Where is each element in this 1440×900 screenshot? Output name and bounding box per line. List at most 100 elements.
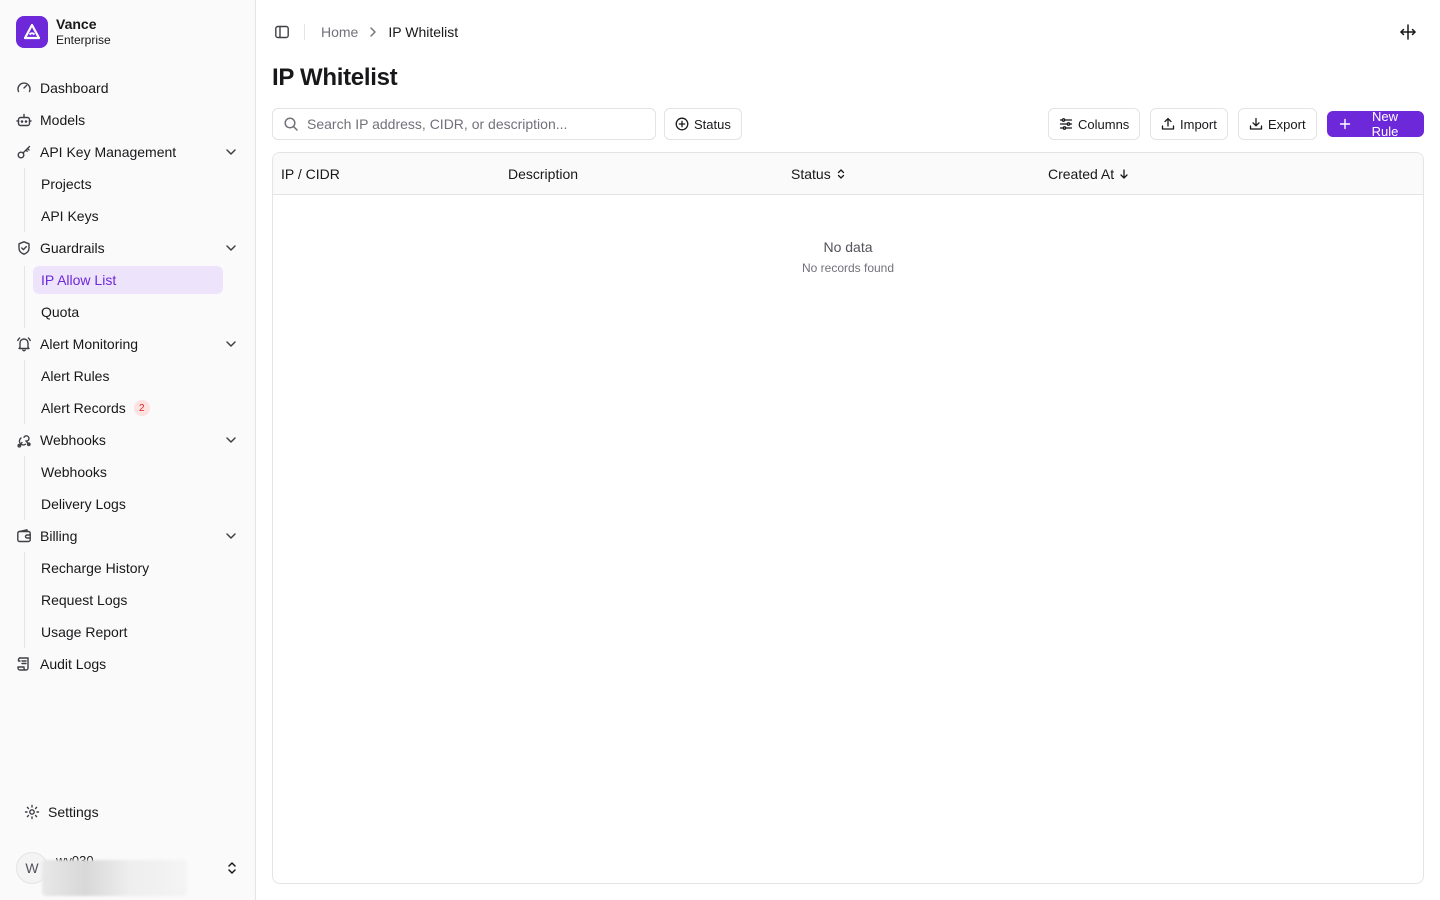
- export-label: Export: [1268, 116, 1306, 132]
- column-header-status[interactable]: Status: [791, 153, 847, 195]
- settings-label: Settings: [48, 804, 99, 820]
- arrow-down-icon[interactable]: [1118, 168, 1130, 180]
- plus-icon: [1338, 117, 1352, 131]
- columns-label: Columns: [1078, 116, 1130, 132]
- chevron-down-icon[interactable]: [223, 336, 239, 352]
- sidebar-item-settings[interactable]: Settings: [24, 800, 99, 824]
- redacted-user-info: [42, 860, 187, 896]
- sidebar-item-label: IP Allow List: [41, 272, 117, 288]
- sidebar-item-guardrails[interactable]: Guardrails: [0, 232, 255, 264]
- empty-state: No data No records found: [273, 239, 1423, 275]
- export-button[interactable]: Export: [1238, 108, 1317, 140]
- sidebar-item-label: Recharge History: [41, 560, 150, 576]
- brand-name: Vance: [56, 16, 97, 32]
- empty-state-subtitle: No records found: [801, 261, 895, 275]
- wallet-icon: [16, 528, 32, 544]
- gauge-icon: [16, 80, 32, 96]
- key-icon: [16, 144, 32, 160]
- sidebar-item-request-logs[interactable]: Request Logs: [25, 584, 255, 616]
- webhook-icon: [16, 432, 32, 448]
- sidebar-item-delivery-logs[interactable]: Delivery Logs: [25, 488, 255, 520]
- new-rule-button[interactable]: New Rule: [1327, 109, 1424, 139]
- chevron-down-icon[interactable]: [223, 144, 239, 160]
- sidebar-item-api-keys[interactable]: API Keys: [25, 200, 255, 232]
- chevrons-up-down-icon[interactable]: [224, 860, 240, 876]
- sidebar-item-alert-monitoring[interactable]: Alert Monitoring: [0, 328, 255, 360]
- move-icon[interactable]: [1398, 22, 1418, 42]
- user-menu[interactable]: W wy030: [16, 852, 240, 896]
- sidebar-item-label: Projects: [41, 176, 92, 192]
- chevron-down-icon[interactable]: [223, 432, 239, 448]
- main-content: Home IP Whitelist IP Whitelist Status: [256, 0, 1440, 900]
- sidebar-item-alert-rules[interactable]: Alert Rules: [25, 360, 255, 392]
- sidebar-item-recharge-history[interactable]: Recharge History: [25, 552, 255, 584]
- sidebar-item-quota[interactable]: Quota: [25, 296, 255, 328]
- sidebar-item-webhooks[interactable]: Webhooks: [0, 424, 255, 456]
- sidebar-item-alert-records[interactable]: Alert Records 2: [25, 392, 255, 424]
- empty-state-title: No data: [823, 239, 873, 255]
- column-header-label: Status: [791, 166, 831, 182]
- new-rule-label: New Rule: [1371, 109, 1399, 139]
- status-filter-label: Status: [694, 116, 731, 132]
- sidebar-item-label: Alert Rules: [41, 368, 110, 384]
- column-header-description[interactable]: Description: [508, 153, 578, 195]
- breadcrumb-current: IP Whitelist: [388, 24, 459, 40]
- chevron-right-icon: [366, 25, 380, 39]
- download-icon: [1249, 117, 1263, 131]
- sidebar-item-label: Alert Monitoring: [40, 336, 139, 352]
- column-header-label: Created At: [1048, 166, 1115, 182]
- alert-count-badge: 2: [133, 400, 150, 416]
- submenu-alert-monitoring: Alert Rules Alert Records 2: [24, 360, 255, 424]
- sidebar-item-label: Dashboard: [40, 80, 109, 96]
- upload-icon: [1161, 117, 1175, 131]
- submenu-webhooks: Webhooks Delivery Logs: [24, 456, 255, 520]
- columns-button[interactable]: Columns: [1048, 108, 1141, 140]
- sidebar-item-ip-allow-list[interactable]: IP Allow List: [33, 266, 223, 294]
- sidebar-item-projects[interactable]: Projects: [25, 168, 255, 200]
- plus-circle-icon: [675, 117, 689, 131]
- sidebar-item-label: Billing: [40, 528, 78, 544]
- sidebar-item-audit-logs[interactable]: Audit Logs: [0, 648, 255, 680]
- brand-subtitle: Enterprise: [56, 33, 111, 47]
- column-header-label: IP / CIDR: [281, 166, 340, 182]
- sidebar-item-billing[interactable]: Billing: [0, 520, 255, 552]
- sidebar-item-usage-report[interactable]: Usage Report: [25, 616, 255, 648]
- search-icon: [283, 116, 299, 132]
- sidebar-item-api-key-management[interactable]: API Key Management: [0, 136, 255, 168]
- sort-both-icon[interactable]: [835, 168, 847, 180]
- search-input[interactable]: [307, 116, 647, 132]
- toolbar: Status Columns Import Export: [272, 108, 1424, 140]
- sidebar-item-models[interactable]: Models: [0, 104, 255, 136]
- sidebar-nav: Dashboard Models API Key Management Proj…: [0, 72, 255, 680]
- sidebar-item-label: Webhooks: [41, 464, 107, 480]
- brand[interactable]: Vance Enterprise: [16, 16, 111, 48]
- gear-icon: [24, 804, 40, 820]
- bot-icon: [16, 112, 32, 128]
- sidebar-item-label: Guardrails: [40, 240, 105, 256]
- search-box[interactable]: [272, 108, 656, 140]
- sidebar-item-webhooks-list[interactable]: Webhooks: [25, 456, 255, 488]
- import-button[interactable]: Import: [1150, 108, 1228, 140]
- breadcrumb-home[interactable]: Home: [321, 24, 358, 40]
- topbar: Home IP Whitelist: [272, 20, 458, 44]
- table-header: IP / CIDR Description Status Created At: [273, 153, 1423, 195]
- sidebar-item-label: Quota: [41, 304, 80, 320]
- page-title: IP Whitelist: [272, 64, 398, 91]
- sidebar-item-label: Request Logs: [41, 592, 128, 608]
- sidebar-item-label: Models: [40, 112, 86, 128]
- status-filter-button[interactable]: Status: [664, 108, 742, 140]
- submenu-api-key-management: Projects API Keys: [24, 168, 255, 232]
- sidebar-toggle-icon[interactable]: [272, 22, 292, 42]
- chevron-down-icon[interactable]: [223, 528, 239, 544]
- chevron-down-icon[interactable]: [223, 240, 239, 256]
- sidebar-item-label: API Keys: [41, 208, 99, 224]
- sliders-icon: [1059, 117, 1073, 131]
- sidebar-item-dashboard[interactable]: Dashboard: [0, 72, 255, 104]
- submenu-billing: Recharge History Request Logs Usage Repo…: [24, 552, 255, 648]
- brand-logo-icon: [16, 16, 48, 48]
- scroll-icon: [16, 656, 32, 672]
- column-header-ip-cidr[interactable]: IP / CIDR: [281, 153, 340, 195]
- bell-icon: [16, 336, 32, 352]
- column-header-created-at[interactable]: Created At: [1048, 153, 1130, 195]
- shield-check-icon: [16, 240, 32, 256]
